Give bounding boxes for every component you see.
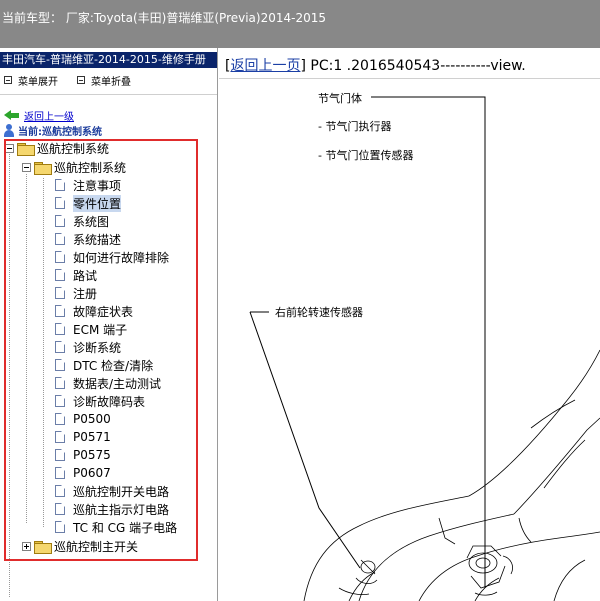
back-link[interactable]: 返回上一级	[24, 108, 74, 123]
back-arrow-icon[interactable]	[4, 109, 19, 121]
back-row: 返回上一级	[4, 108, 74, 123]
collapse-icon	[77, 76, 85, 84]
throttle-body-part	[466, 545, 513, 596]
left-navigation-panel: 丰田汽车-普瑞维亚-2014-2015-维修手册 菜单展开 菜单折叠 返回上一级…	[0, 48, 218, 601]
top-bar: 当前车型： 厂家:Toyota(丰田)普瑞维亚(Previa)2014-2015	[0, 0, 600, 48]
collapse-all-button[interactable]: 菜单折叠	[77, 73, 131, 88]
person-icon	[4, 123, 14, 137]
expand-all-label: 菜单展开	[18, 76, 58, 88]
engine-bay-diagram	[249, 96, 600, 601]
vehicle-title: 当前车型： 厂家:Toyota(丰田)普瑞维亚(Previa)2014-2015	[2, 11, 326, 25]
leader-line-sensor	[249, 311, 361, 569]
divider	[0, 94, 217, 95]
manual-title: 丰田汽车-普瑞维亚-2014-2015-维修手册	[0, 52, 217, 68]
collapse-all-label: 菜单折叠	[91, 76, 131, 88]
highlight-box	[4, 139, 198, 561]
current-location-label: 当前:巡航控制系统	[18, 126, 102, 138]
expand-icon	[4, 76, 12, 84]
current-location: 当前:巡航控制系统	[4, 123, 102, 138]
content-panel: [返回上一页] PC:1 .2016540543----------view. …	[219, 48, 600, 601]
expand-all-button[interactable]: 菜单展开	[4, 73, 58, 88]
